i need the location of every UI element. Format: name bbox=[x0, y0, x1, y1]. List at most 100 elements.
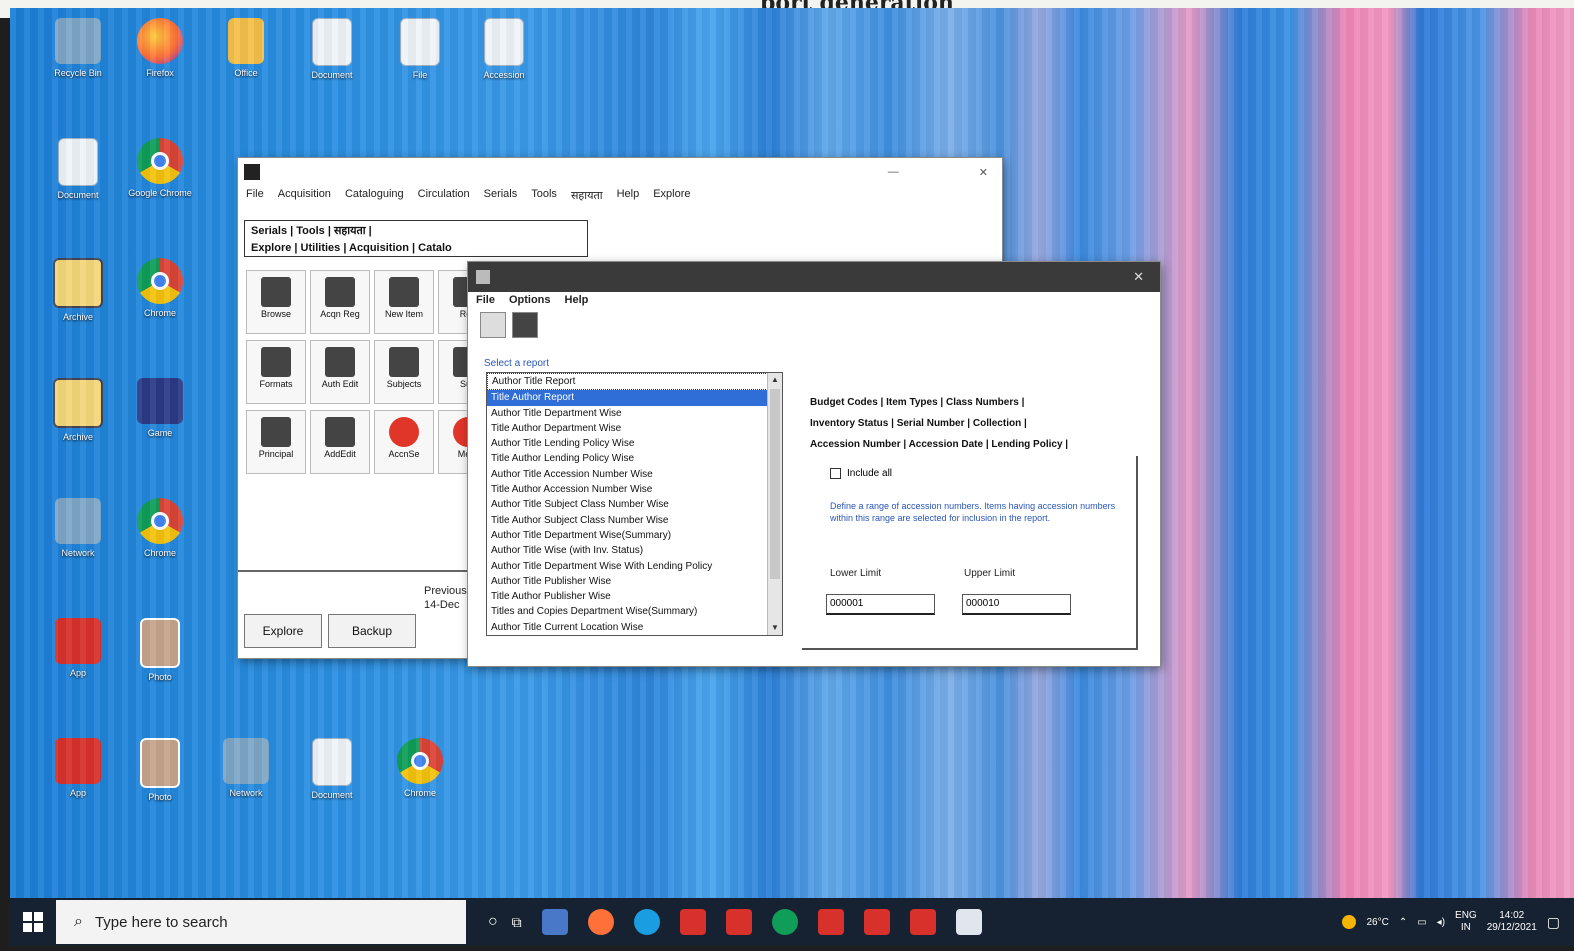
desktop-icon[interactable]: App bbox=[38, 618, 118, 679]
desktop-icon[interactable]: Archive bbox=[38, 378, 118, 443]
weather-icon[interactable] bbox=[1342, 915, 1357, 929]
print-icon[interactable] bbox=[512, 312, 538, 338]
report-list-item[interactable]: Author Title Publisher Wise bbox=[487, 574, 782, 589]
upper-limit-input[interactable]: 000010 bbox=[962, 594, 1071, 615]
scroll-thumb[interactable] bbox=[770, 389, 780, 579]
tabs-row-1[interactable]: Serials | Tools | सहायता | bbox=[245, 221, 587, 240]
report-list-item[interactable]: Author Title Accession Number Wise bbox=[487, 467, 782, 482]
scroll-down-icon[interactable]: ▼ bbox=[768, 621, 782, 635]
app-taskbar-icon[interactable] bbox=[817, 909, 844, 935]
tabs-row-2[interactable]: Explore | Utilities | Acquisition | Cata… bbox=[245, 240, 587, 256]
task-view-icon[interactable]: ⧉ bbox=[512, 914, 522, 931]
backup-button[interactable]: Backup bbox=[328, 614, 416, 648]
tool-button[interactable]: Browse bbox=[246, 270, 306, 334]
desktop-icon[interactable]: Document bbox=[38, 138, 118, 201]
dialog-menu-item[interactable]: Options bbox=[509, 294, 551, 306]
menu-item[interactable]: Explore bbox=[653, 188, 690, 203]
menu-item[interactable]: Cataloguing bbox=[345, 188, 404, 203]
tool-button[interactable]: AddEdit bbox=[310, 410, 370, 474]
tool-button[interactable]: Principal bbox=[246, 410, 306, 474]
report-list-item[interactable]: Title Author Accession Number Wise bbox=[487, 482, 782, 497]
report-list-item[interactable]: Author Title Subject Class Number Wise bbox=[487, 497, 782, 512]
notifications-icon[interactable]: ▢ bbox=[1547, 914, 1560, 931]
report-list-item[interactable]: Title Author Report bbox=[487, 390, 782, 406]
report-list-item[interactable]: Titles and Copies Department Wise(Summar… bbox=[487, 604, 782, 619]
app-taskbar-icon[interactable] bbox=[725, 909, 752, 935]
start-button[interactable] bbox=[10, 898, 56, 946]
desktop-icon[interactable]: Document bbox=[292, 738, 372, 801]
report-list-item[interactable]: Author Title Current Location Wise bbox=[487, 620, 782, 635]
desktop-icon[interactable]: App bbox=[38, 738, 118, 799]
desktop-icon[interactable]: Google Chrome bbox=[120, 138, 200, 199]
dialog-menu-item[interactable]: File bbox=[476, 294, 495, 306]
property-tab-row[interactable]: Inventory Status | Serial Number | Colle… bbox=[810, 413, 1068, 434]
menu-item[interactable]: Serials bbox=[484, 188, 518, 203]
property-tab-row[interactable]: Budget Codes | Item Types | Class Number… bbox=[810, 392, 1068, 413]
edge-taskbar-icon[interactable] bbox=[633, 909, 660, 935]
chrome-taskbar-icon[interactable] bbox=[771, 909, 798, 935]
desktop-icon[interactable]: Accession bbox=[464, 18, 544, 81]
report-list-item[interactable]: Author Title Report bbox=[487, 373, 782, 391]
network-icon[interactable]: ▭ bbox=[1417, 917, 1426, 928]
app-taskbar-icon[interactable] bbox=[541, 909, 568, 935]
property-tab-row[interactable]: Accession Number | Accession Date | Lend… bbox=[810, 434, 1068, 455]
report-list-item[interactable]: Title Author Publisher Wise bbox=[487, 589, 782, 604]
tool-button[interactable]: Formats bbox=[246, 340, 306, 404]
report-list[interactable]: Author Title Report Title Author Report Au… bbox=[486, 372, 783, 636]
menu-item[interactable]: Help bbox=[617, 188, 640, 203]
report-list-item[interactable]: Author Title Lending Policy Wise bbox=[487, 436, 782, 451]
app-taskbar-icon[interactable] bbox=[909, 909, 936, 935]
app-taskbar-icon[interactable] bbox=[863, 909, 890, 935]
report-list-item[interactable]: Title Author Subject Class Number Wise bbox=[487, 513, 782, 528]
desktop-icon[interactable]: Network bbox=[38, 498, 118, 559]
explore-button[interactable]: Explore bbox=[244, 614, 322, 648]
desktop-icon[interactable]: Archive bbox=[38, 258, 118, 323]
report-list-item[interactable]: Author Title Department Wise bbox=[487, 406, 782, 421]
lower-limit-input[interactable]: 000001 bbox=[826, 594, 935, 615]
desktop-icon[interactable]: File bbox=[380, 18, 460, 81]
desktop-icon[interactable]: Game bbox=[120, 378, 200, 439]
tool-button[interactable]: AccnSe bbox=[374, 410, 434, 474]
minimize-icon[interactable]: — bbox=[888, 166, 899, 178]
report-list-item[interactable]: Author Title Department Wise With Lendin… bbox=[487, 559, 782, 574]
preview-icon[interactable] bbox=[480, 312, 506, 338]
app-taskbar-icon[interactable] bbox=[679, 909, 706, 935]
report-list-scrollbar[interactable]: ▲ ▼ bbox=[767, 373, 782, 635]
volume-icon[interactable]: ◂) bbox=[1437, 917, 1445, 928]
desktop-icon[interactable]: Firefox bbox=[120, 18, 200, 79]
desktop-icon[interactable]: Photo bbox=[120, 738, 200, 803]
menu-item[interactable]: Acquisition bbox=[278, 188, 331, 203]
desktop-icon[interactable]: Office bbox=[206, 18, 286, 79]
menu-item[interactable]: Circulation bbox=[418, 188, 470, 203]
dialog-close-icon[interactable]: ✕ bbox=[1133, 269, 1144, 285]
report-list-item[interactable]: Author Title Department Wise(Summary) bbox=[487, 528, 782, 543]
desktop-icon[interactable]: Chrome bbox=[120, 258, 200, 319]
menu-item[interactable]: Tools bbox=[531, 188, 557, 203]
desktop-icon[interactable]: Document bbox=[292, 18, 372, 81]
tool-button[interactable]: New Item bbox=[374, 270, 434, 334]
report-list-item[interactable]: Title Author Lending Policy Wise bbox=[487, 451, 782, 466]
file-taskbar-icon[interactable] bbox=[955, 909, 982, 935]
cortana-icon[interactable]: ○ bbox=[488, 913, 498, 931]
desktop-icon[interactable]: Chrome bbox=[380, 738, 460, 799]
tool-button[interactable]: Auth Edit bbox=[310, 340, 370, 404]
firefox-taskbar-icon[interactable] bbox=[587, 909, 614, 935]
include-all[interactable]: Include all bbox=[830, 468, 892, 479]
desktop-icon[interactable]: Network bbox=[206, 738, 286, 799]
report-list-item[interactable]: Title Author Department Wise bbox=[487, 421, 782, 436]
temperature[interactable]: 26°C bbox=[1366, 917, 1388, 928]
desktop-icon[interactable]: Chrome bbox=[120, 498, 200, 559]
clock[interactable]: 14:02 29/12/2021 bbox=[1487, 910, 1537, 934]
report-list-item[interactable]: Author Title Wise (with Inv. Status) bbox=[487, 543, 782, 558]
tray-chevron-icon[interactable]: ⌃ bbox=[1399, 917, 1407, 928]
close-icon[interactable]: ✕ bbox=[979, 166, 988, 179]
scroll-up-icon[interactable]: ▲ bbox=[768, 373, 782, 387]
tool-button[interactable]: Acqn Reg bbox=[310, 270, 370, 334]
desktop-icon[interactable]: Photo bbox=[120, 618, 200, 683]
language-indicator[interactable]: ENG IN bbox=[1455, 910, 1477, 934]
menu-item[interactable]: File bbox=[246, 188, 264, 203]
tool-button[interactable]: Subjects bbox=[374, 340, 434, 404]
dialog-menu-item[interactable]: Help bbox=[565, 294, 589, 306]
include-all-checkbox[interactable] bbox=[830, 468, 841, 479]
desktop-icon[interactable]: Recycle Bin bbox=[38, 18, 118, 79]
